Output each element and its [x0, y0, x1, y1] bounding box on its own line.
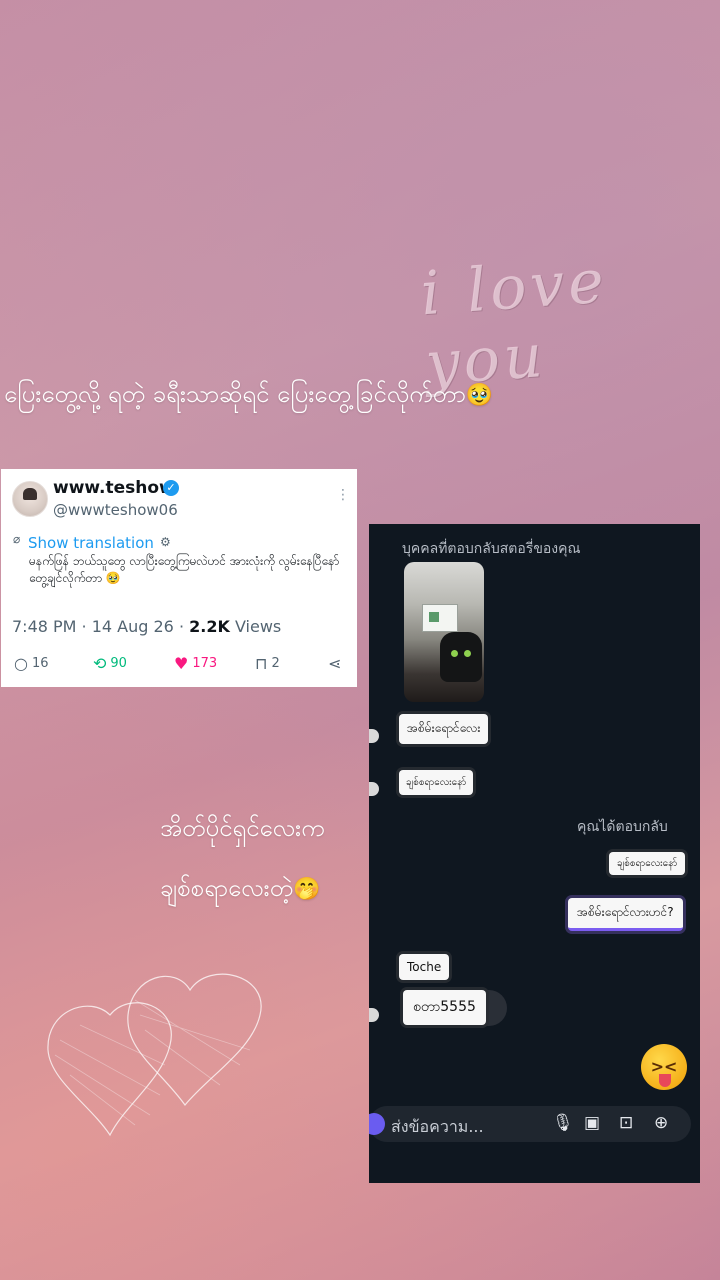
hearts-drawing [47, 973, 262, 1137]
chat-screenshot: บุคคลที่ตอบกลับสตอรี่ของคุณ အစိမ်းရောင်လ… [369, 524, 700, 1183]
handle[interactable]: @wwwteshow06 [53, 501, 178, 519]
pleading-emoji: 🥹 [465, 383, 494, 408]
tweet-time: 7:48 PM · 14 Aug 26 · [12, 617, 190, 636]
tongue-out-emoji: >< [641, 1044, 687, 1090]
sender-avatar[interactable] [369, 1008, 379, 1022]
toy-eye [464, 650, 471, 657]
toy-eye [451, 650, 458, 657]
message-out[interactable]: အစိမ်းရောင်လားဟင်? [568, 898, 683, 931]
tweet-actions: ○ 16 ⟲ 90 ♥ 173 ⊓ 2 ⋖ [1, 651, 357, 675]
sticker-icon[interactable]: ⊡ [619, 1113, 633, 1133]
tweet-card: www.teshow ✓ ⋮ @wwwteshow06 ⌀ Show trans… [1, 469, 357, 687]
views-label: Views [229, 617, 282, 636]
retweet-button[interactable]: ⟲ 90 [93, 651, 127, 675]
reply-icon: ○ [14, 653, 28, 673]
message-in[interactable]: အစိမ်းရောင်လေး [399, 714, 489, 744]
composer-placeholder[interactable]: ส่งข้อความ... [391, 1115, 484, 1140]
message-out[interactable]: ချစ်စရာလေးနော် [609, 852, 686, 875]
caption-top-text: ပြေးတွေ့လို့ ရတဲ့ ခရီးသာဆိုရင် ပြေးတွေ့ခ… [4, 380, 466, 408]
giggle-emoji: 🤭 [292, 877, 321, 902]
bookmark-count: 2 [271, 655, 280, 671]
avatar[interactable] [12, 481, 48, 517]
toy-figure [440, 632, 482, 682]
tweet-meta: 7:48 PM · 14 Aug 26 · 2.2K Views [12, 617, 281, 636]
message-composer[interactable]: ส่งข้อความ... 🎙 ▣ ⊡ ⊕ [369, 1106, 691, 1142]
sender-avatar[interactable] [369, 782, 379, 796]
heart-icon: ♥ [174, 653, 189, 673]
retweet-icon: ⟲ [93, 653, 107, 673]
caption-mid-line2: ချစ်စရာလေးတဲ့🤭 [160, 872, 320, 908]
like-button[interactable]: ♥ 173 [174, 651, 217, 675]
caption-mid-line1: အိတ်ပိုင်ရှင်လေးက [160, 814, 325, 842]
heart-front [47, 1002, 172, 1137]
tongue [659, 1074, 671, 1087]
story-thumbnail[interactable] [404, 562, 484, 702]
projector-screen [422, 604, 458, 632]
reply-count: 16 [31, 655, 49, 671]
chat-header: บุคคลที่ตอบกลับสตอรี่ของคุณ [402, 541, 581, 557]
retweet-count: 90 [110, 655, 127, 671]
views-count: 2.2K [189, 617, 230, 636]
show-translation-link[interactable]: Show translation [28, 534, 154, 552]
camera-icon[interactable] [369, 1113, 385, 1135]
caption-mid-text: ချစ်စရာလေးတဲ့ [160, 874, 293, 902]
gallery-icon[interactable]: ▣ [584, 1113, 600, 1133]
more-icon[interactable]: ⋮ [336, 487, 350, 503]
heart-hatching [54, 999, 251, 1126]
reply-button[interactable]: ○ 16 [14, 651, 49, 675]
mic-icon[interactable]: 🎙 [552, 1113, 574, 1133]
like-count: 173 [192, 655, 218, 671]
plus-icon[interactable]: ⊕ [654, 1113, 668, 1133]
bookmark-icon: ⊓ [255, 653, 268, 673]
caption-top: ပြေးတွေ့လို့ ရတဲ့ ခရီးသာဆိုရင် ပြေးတွေ့ခ… [4, 378, 493, 414]
tweet-body: မနက်ဖြန် ဘယ်သူတွေ လာပြီးတွေ့ကြမလဲဟင် အား… [29, 554, 340, 585]
bookmark-button[interactable]: ⊓ 2 [255, 651, 280, 675]
sender-avatar[interactable] [369, 729, 379, 743]
love-handwriting: i love you [418, 246, 610, 400]
share-button[interactable]: ⋖ [328, 651, 341, 675]
replied-label: คุณได้ตอบกลับ [577, 819, 668, 835]
translate-icon: ⌀ [13, 532, 21, 546]
message-in[interactable]: စတာ5555 [403, 990, 486, 1025]
verified-icon: ✓ [163, 480, 179, 496]
message-in[interactable]: Toche [399, 954, 450, 980]
gear-icon[interactable]: ⚙ [160, 535, 171, 549]
share-icon: ⋖ [328, 653, 342, 673]
message-in[interactable]: ချစ်စရာလေးနော် [399, 770, 474, 795]
display-name[interactable]: www.teshow [53, 478, 175, 498]
